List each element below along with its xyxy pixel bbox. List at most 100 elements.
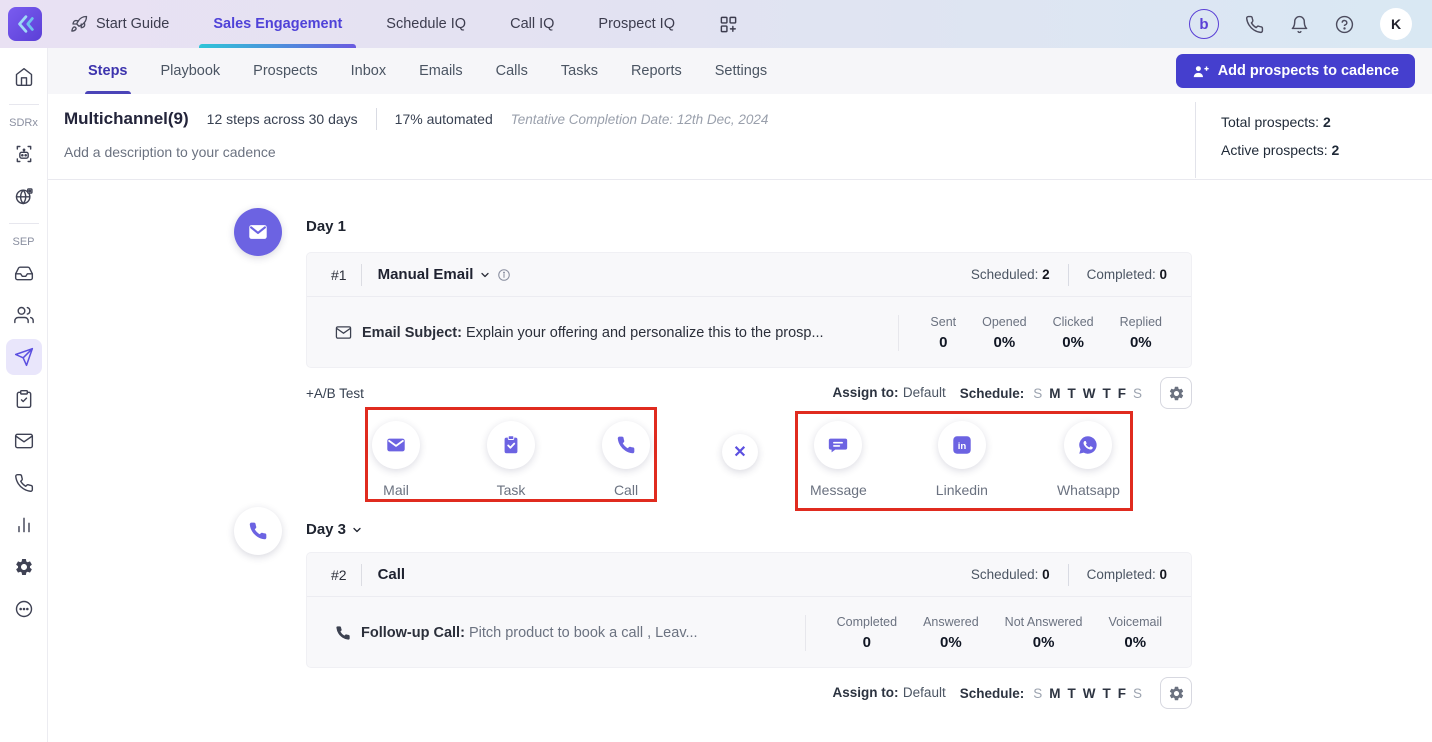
sidebar-tasks-icon[interactable] xyxy=(6,381,42,417)
schedule-days[interactable]: Schedule: S M T W T F S xyxy=(960,386,1142,401)
assign-to[interactable]: Assign to: Default xyxy=(832,684,945,702)
sidebar-calls-icon[interactable] xyxy=(6,465,42,501)
content-area: Steps Playbook Prospects Inbox Emails Ca… xyxy=(48,48,1432,742)
tab-prospects[interactable]: Prospects xyxy=(253,48,317,94)
chevron-down-icon xyxy=(353,527,361,532)
day-fri: F xyxy=(1117,385,1126,401)
stat-completed: Completed 0 xyxy=(836,614,898,651)
envelope-icon xyxy=(335,326,352,339)
tab-emails[interactable]: Emails xyxy=(419,48,463,94)
sidebar-settings-icon[interactable] xyxy=(6,549,42,585)
ab-test-link[interactable]: +A/B Test xyxy=(306,386,364,401)
apps-grid-icon[interactable] xyxy=(719,0,738,48)
stat-not-answered: Not Answered 0% xyxy=(1004,614,1083,651)
nav-label: Schedule IQ xyxy=(386,16,467,32)
subnav-tabs: Steps Playbook Prospects Inbox Emails Ca… xyxy=(85,48,767,94)
step2-type: Call xyxy=(377,566,406,583)
help-icon[interactable] xyxy=(1335,15,1354,34)
message-channel-icon xyxy=(814,421,863,469)
channel-linkedin[interactable]: in Linkedin xyxy=(936,421,988,498)
day1-email-icon xyxy=(234,208,282,256)
close-icon: ✕ xyxy=(733,444,747,461)
rocket-icon xyxy=(70,15,88,33)
tab-reports[interactable]: Reports xyxy=(631,48,682,94)
close-picker-button[interactable]: ✕ xyxy=(722,434,758,470)
nav-prospect-iq[interactable]: Prospect IQ xyxy=(598,0,675,48)
nav-start-guide[interactable]: Start Guide xyxy=(70,0,169,48)
channel-mail[interactable]: Mail xyxy=(372,421,420,498)
channel-label: Call xyxy=(613,482,639,498)
nav-label: Start Guide xyxy=(96,16,170,32)
channel-task[interactable]: Task xyxy=(487,421,535,498)
add-prospects-button[interactable]: Add prospects to cadence xyxy=(1175,54,1415,88)
channel-label: Mail xyxy=(383,482,409,498)
nav-sales-engagement[interactable]: Sales Engagement xyxy=(199,0,357,48)
schedule-days[interactable]: Schedule: S M T W T F S xyxy=(960,686,1142,701)
day-tue: T xyxy=(1067,685,1076,701)
day-thu: T xyxy=(1102,385,1111,401)
stat-replied: Replied 0% xyxy=(1119,314,1162,351)
nav-schedule-iq[interactable]: Schedule IQ xyxy=(386,0,466,48)
tab-inbox[interactable]: Inbox xyxy=(351,48,386,94)
day-mon: M xyxy=(1049,385,1061,401)
channel-whatsapp[interactable]: Whatsapp xyxy=(1057,421,1120,498)
tab-steps[interactable]: Steps xyxy=(85,48,130,94)
step2-number: #2 xyxy=(331,566,347,583)
step1-card[interactable]: #1 Manual Email Scheduled: 2 Completed: … xyxy=(306,252,1192,368)
app-logo-icon[interactable] xyxy=(8,7,42,41)
gear-icon xyxy=(1169,386,1183,400)
channel-label: Linkedin xyxy=(935,482,988,498)
call-channel-icon xyxy=(602,421,650,469)
step1-email-subject[interactable]: Email Subject: Explain your offering and… xyxy=(335,324,898,341)
cadence-subnav: Steps Playbook Prospects Inbox Emails Ca… xyxy=(48,48,1432,94)
sidebar-divider xyxy=(8,104,39,105)
nav-label: Prospect IQ xyxy=(598,16,675,32)
channel-label: Whatsapp xyxy=(1056,482,1120,498)
left-sidebar: SDRx SEP xyxy=(0,48,48,742)
day-fri: F xyxy=(1117,685,1126,701)
sidebar-bot-icon[interactable] xyxy=(6,136,42,172)
tab-calls[interactable]: Calls xyxy=(496,48,528,94)
phone-icon[interactable] xyxy=(1245,15,1264,34)
user-avatar[interactable]: K xyxy=(1380,8,1412,40)
step2-footer-row: Assign to: Default Schedule: S M T W T F… xyxy=(832,677,1192,709)
step2-call-task[interactable]: Follow-up Call: Pitch product to book a … xyxy=(335,625,805,641)
sidebar-emails-icon[interactable] xyxy=(6,423,42,459)
info-icon xyxy=(498,268,511,281)
stat-clicked: Clicked 0% xyxy=(1052,314,1094,351)
step2-settings-button[interactable] xyxy=(1160,677,1192,709)
tab-playbook[interactable]: Playbook xyxy=(161,48,221,94)
divider xyxy=(1067,563,1069,586)
nav-call-iq[interactable]: Call IQ xyxy=(510,0,554,48)
step2-scheduled: Scheduled: 0 xyxy=(970,567,1050,582)
sidebar-cadences-icon[interactable] xyxy=(5,339,42,375)
step2-card[interactable]: #2 Call Scheduled: 0 Completed: 0 Follow… xyxy=(306,552,1192,668)
tab-settings[interactable]: Settings xyxy=(715,48,767,94)
day3-label[interactable]: Day 3 xyxy=(306,521,363,538)
task-channel-icon xyxy=(487,421,535,469)
step1-footer-row: +A/B Test Assign to: Default Schedule: S… xyxy=(48,377,1432,409)
sidebar-more-icon[interactable] xyxy=(6,591,42,627)
bell-icon[interactable] xyxy=(1290,15,1309,34)
sidebar-divider xyxy=(8,223,39,224)
sidebar-inbox-icon[interactable] xyxy=(6,255,42,291)
total-prospects: Total prospects: 2 xyxy=(1221,114,1331,130)
top-bar: Start Guide Sales Engagement Schedule IQ… xyxy=(0,0,1432,48)
b-badge-icon[interactable]: b xyxy=(1189,9,1219,39)
add-prospects-label: Add prospects to cadence xyxy=(1217,63,1399,79)
assign-to[interactable]: Assign to: Default xyxy=(832,384,945,402)
step1-settings-button[interactable] xyxy=(1160,377,1192,409)
channel-message[interactable]: Message xyxy=(810,421,867,498)
sidebar-prospects-icon[interactable] xyxy=(6,297,42,333)
channel-call[interactable]: Call xyxy=(602,421,650,498)
sidebar-reports-icon[interactable] xyxy=(6,507,42,543)
divider xyxy=(1067,263,1069,286)
day-mon: M xyxy=(1049,685,1061,701)
sidebar-home-icon[interactable] xyxy=(6,59,42,95)
cadence-header: Multichannel(9) 12 steps across 30 days … xyxy=(48,94,1432,180)
sidebar-globe-icon[interactable] xyxy=(6,178,42,214)
prospect-totals: Total prospects: 2 Active prospects: 2 xyxy=(1195,102,1432,178)
step1-type-dropdown[interactable]: Manual Email xyxy=(378,266,512,283)
tab-tasks[interactable]: Tasks xyxy=(561,48,598,94)
cadence-title: Multichannel(9) xyxy=(64,109,189,128)
